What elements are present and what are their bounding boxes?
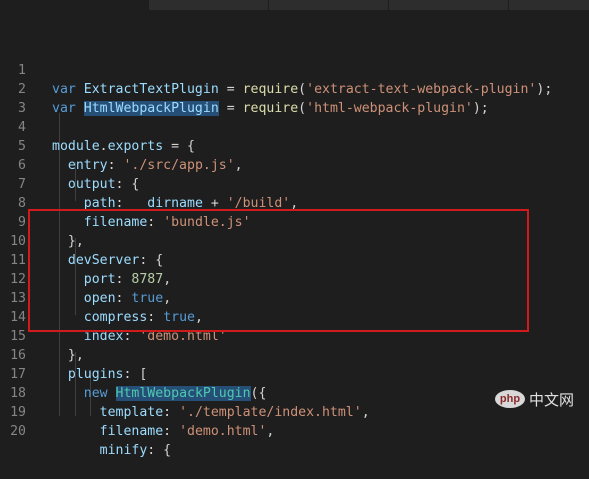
punctuation: : { xyxy=(147,443,172,458)
code-line[interactable]: 6 output: { xyxy=(0,137,589,192)
code-line[interactable]: 3 xyxy=(0,80,589,116)
code-line[interactable]: 18 template: './template/index.html', xyxy=(0,365,589,420)
php-logo-icon: php xyxy=(495,390,525,408)
editor-tab-active[interactable] xyxy=(0,0,149,10)
watermark-text: 中文网 xyxy=(529,391,575,409)
property-key: filename xyxy=(99,424,164,439)
punctuation: , xyxy=(266,424,275,439)
site-watermark: php 中文网 xyxy=(495,384,589,414)
code-line[interactable]: 4 module.exports = { xyxy=(0,99,589,154)
editor-tab-bar xyxy=(0,0,589,10)
code-line[interactable]: 8 filename: 'bundle.js' xyxy=(0,175,589,230)
editor-tab[interactable] xyxy=(149,0,269,10)
code-line[interactable]: 17 new HtmlWebpackPlugin({ xyxy=(0,346,589,401)
code-line[interactable]: 7 path: __dirname + '/build', xyxy=(0,156,589,211)
code-line[interactable]: 1 var ExtractTextPlugin = require('extra… xyxy=(0,42,589,97)
property-key: minify xyxy=(99,443,148,458)
devserver-highlight-box xyxy=(28,209,529,332)
editor-tab[interactable] xyxy=(509,0,589,10)
line-number: 20 xyxy=(10,424,26,439)
editor-tab[interactable] xyxy=(269,0,389,10)
editor-tab[interactable] xyxy=(389,0,509,10)
code-line[interactable]: 5 entry: './src/app.js', xyxy=(0,118,589,173)
punctuation: : xyxy=(163,424,180,439)
string-literal: 'demo.html' xyxy=(179,424,267,439)
code-line[interactable]: 2 var HtmlWebpackPlugin = require('html-… xyxy=(0,61,589,116)
